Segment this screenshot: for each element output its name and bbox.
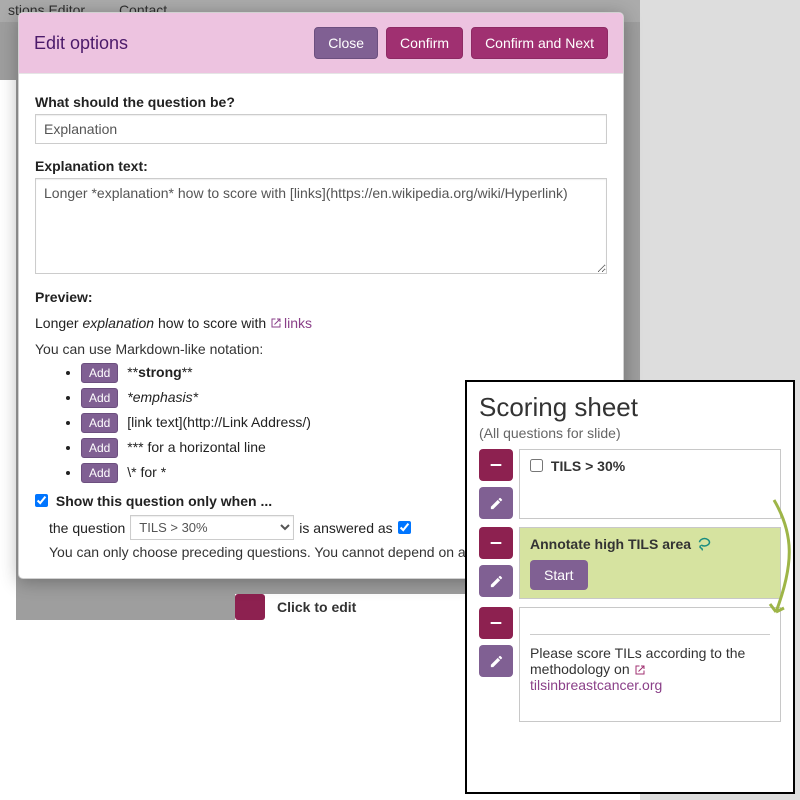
minus-icon <box>488 535 504 551</box>
minus-icon <box>488 615 504 631</box>
bg-square-icon <box>235 594 265 620</box>
confirm-button[interactable]: Confirm <box>386 27 463 59</box>
scoring-sheet-subtitle: (All questions for slide) <box>479 425 781 441</box>
add-button[interactable]: Add <box>81 463 118 483</box>
question-box-2: Annotate high TILS area Start <box>519 527 781 599</box>
q1-checkbox-label[interactable]: TILS > 30% <box>530 458 625 474</box>
add-button[interactable]: Add <box>81 363 118 383</box>
add-button[interactable]: Add <box>81 388 118 408</box>
answered-as-checkbox[interactable] <box>398 521 411 534</box>
bg-left-strip <box>0 80 16 620</box>
show-only-when-checkbox[interactable] <box>35 494 48 507</box>
question-row-1: TILS > 30% <box>479 449 781 519</box>
preceding-question-select[interactable]: TILS > 30% <box>130 515 294 540</box>
scoring-sheet-title: Scoring sheet <box>479 392 781 423</box>
pencil-icon <box>489 496 504 511</box>
edit-button[interactable] <box>479 645 513 677</box>
markdown-note: You can use Markdown-like notation: <box>35 341 607 357</box>
scoring-sheet-panel: Scoring sheet (All questions for slide) … <box>465 380 795 794</box>
q1-checkbox[interactable] <box>530 459 543 472</box>
minus-icon <box>488 457 504 473</box>
question-box-3: Please score TILs according to the metho… <box>519 607 781 722</box>
explanation-label: Explanation text: <box>35 158 607 174</box>
modal-title: Edit options <box>34 33 128 54</box>
question-label: What should the question be? <box>35 94 607 110</box>
remove-button[interactable] <box>479 527 513 559</box>
add-button[interactable]: Add <box>81 438 118 458</box>
modal-header: Edit options Close Confirm Confirm and N… <box>19 13 623 74</box>
external-link-icon <box>270 316 282 328</box>
pencil-icon <box>489 654 504 669</box>
confirm-next-button[interactable]: Confirm and Next <box>471 27 608 59</box>
edit-button[interactable] <box>479 565 513 597</box>
methodology-link[interactable]: tilsinbreastcancer.org <box>530 677 662 693</box>
pencil-icon <box>489 574 504 589</box>
close-button[interactable]: Close <box>314 27 378 59</box>
question-box-1: TILS > 30% <box>519 449 781 519</box>
lasso-icon <box>697 536 712 554</box>
preview-content: Longer explanation how to score with lin… <box>35 315 607 331</box>
add-button[interactable]: Add <box>81 413 118 433</box>
external-link-icon <box>634 663 646 675</box>
question-input[interactable] <box>35 114 607 144</box>
show-only-when-label[interactable]: Show this question only when ... <box>35 493 272 509</box>
question-row-3: Please score TILs according to the metho… <box>479 607 781 722</box>
bg-click-to-edit-label: Click to edit <box>277 599 356 615</box>
remove-button[interactable] <box>479 607 513 639</box>
edit-button[interactable] <box>479 487 513 519</box>
start-button[interactable]: Start <box>530 560 588 590</box>
remove-button[interactable] <box>479 449 513 481</box>
preview-label: Preview: <box>35 289 607 305</box>
explanation-textarea[interactable] <box>35 178 607 274</box>
question-row-2: Annotate high TILS area Start <box>479 527 781 599</box>
preview-link[interactable]: links <box>270 315 312 331</box>
